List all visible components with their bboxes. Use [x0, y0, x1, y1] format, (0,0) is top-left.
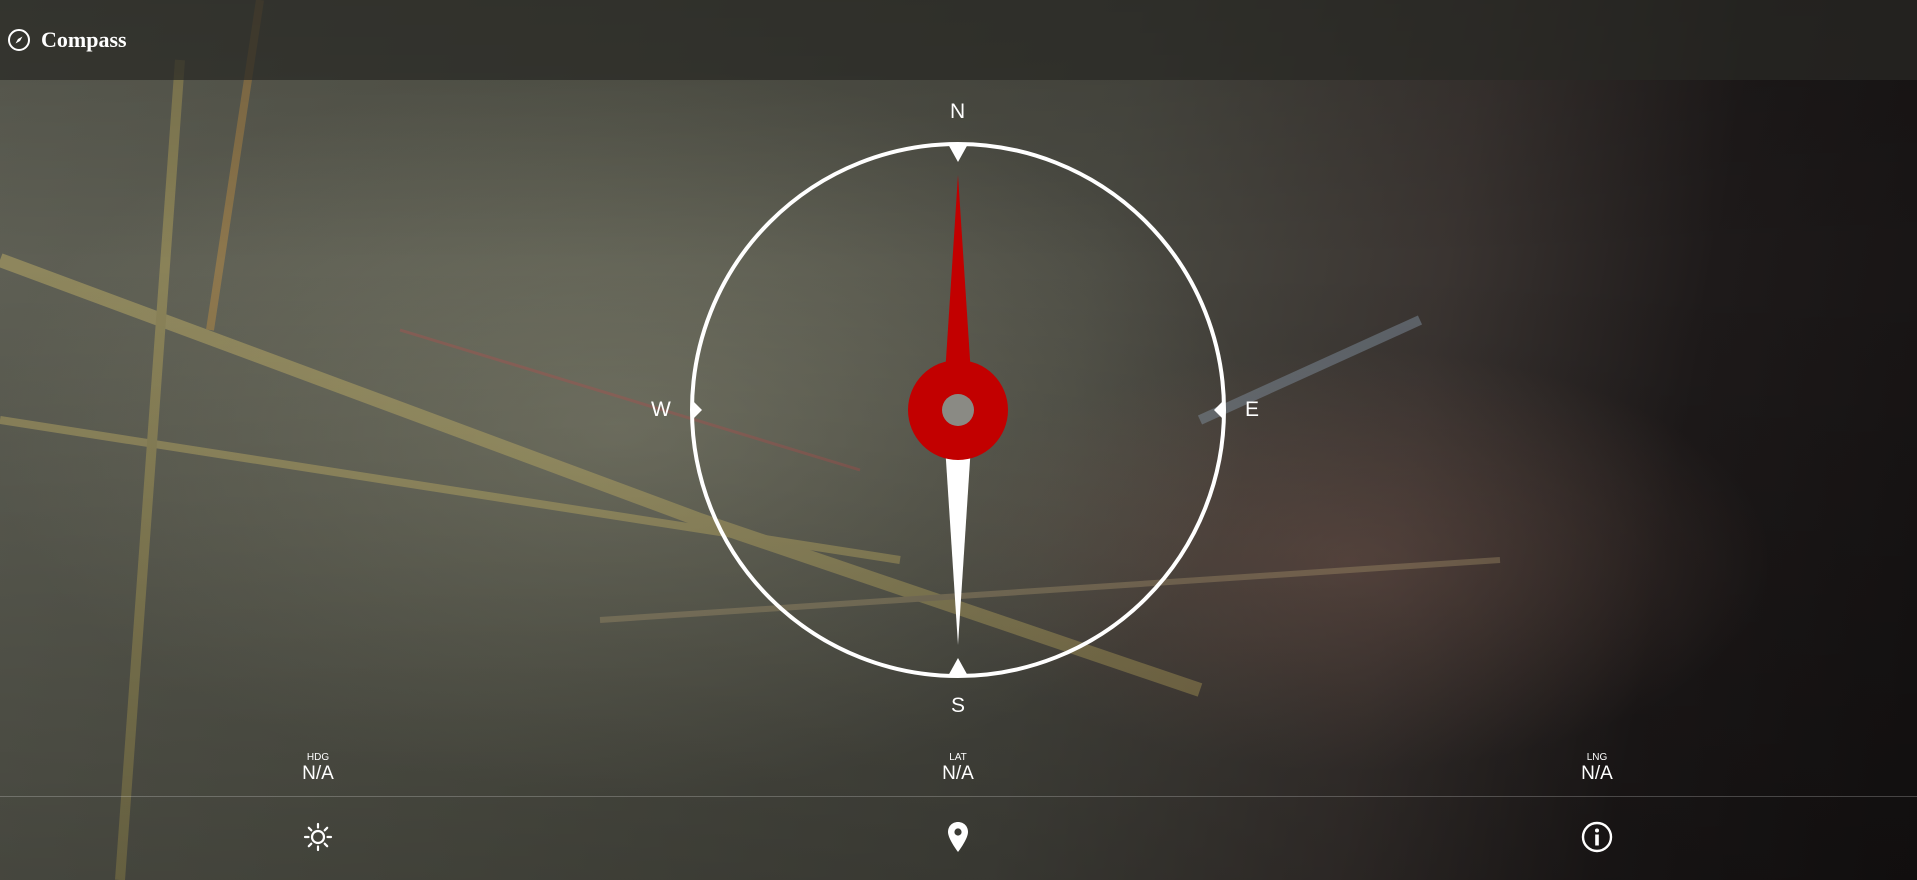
latitude-readout: LAT N/A	[898, 752, 1018, 784]
compass-graphic	[690, 142, 1226, 678]
app-header: Compass	[0, 0, 1917, 80]
app-title: Compass	[41, 27, 127, 52]
north-needle	[944, 175, 972, 390]
cardinal-south: S	[951, 694, 966, 717]
info-button[interactable]	[1580, 820, 1614, 854]
longitude-value: N/A	[1581, 763, 1613, 784]
cardinal-north: N	[950, 100, 966, 123]
south-needle	[944, 430, 972, 645]
south-notch	[948, 658, 968, 676]
brightness-button[interactable]	[301, 820, 335, 854]
latitude-value: N/A	[942, 763, 974, 784]
compass-icon	[7, 28, 31, 52]
longitude-readout: LNG N/A	[1537, 752, 1657, 784]
compass-app: Compass N S W E HDG N/A LAT N/A LNG N/A	[0, 0, 1917, 880]
north-notch	[948, 144, 968, 162]
bottom-divider	[0, 796, 1917, 797]
info-icon	[1581, 821, 1613, 853]
cardinal-east: E	[1245, 398, 1260, 421]
needle-hub-center	[942, 394, 974, 426]
heading-readout: HDG N/A	[258, 752, 378, 784]
location-button[interactable]	[941, 820, 975, 854]
cardinal-west: W	[651, 398, 671, 421]
west-notch	[692, 400, 702, 420]
heading-value: N/A	[302, 763, 334, 784]
sun-icon	[303, 822, 333, 852]
east-notch	[1214, 400, 1224, 420]
location-pin-icon	[948, 822, 968, 852]
compass-dial: N S W E	[651, 90, 1259, 730]
